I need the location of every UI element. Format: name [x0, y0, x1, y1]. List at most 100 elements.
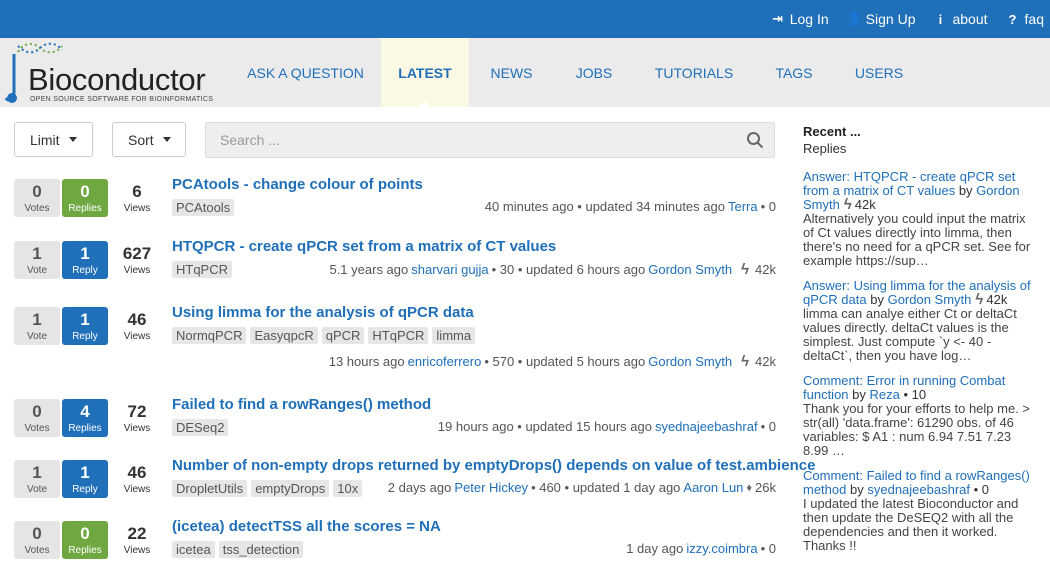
tag-chip[interactable]: 10x	[333, 480, 363, 497]
view-label: Views	[123, 331, 151, 342]
post-tags: NormqPCR EasyqpcR qPCR HTqPCR limma	[172, 327, 476, 344]
recent-reply-entry: Answer: HTQPCR - create qPCR set from a …	[803, 170, 1039, 268]
question-icon: ?	[1008, 11, 1017, 27]
author-link[interactable]: enricoferrero	[408, 354, 482, 369]
tag-chip[interactable]: tss_detection	[218, 541, 304, 558]
author-rep-and-update: • 460 • updated 1 day ago	[531, 480, 681, 495]
vote-count-box: 0 Votes	[14, 399, 60, 437]
recent-replies-sidebar: Recent ... Replies Answer: HTQPCR - crea…	[803, 124, 1039, 564]
reply-count-box: 1 Reply	[62, 460, 108, 498]
reply-author-link[interactable]: syednajeebashraf	[867, 482, 970, 497]
vote-count: 1	[32, 463, 42, 482]
lightning-badge-icon: ϟ	[843, 196, 852, 213]
nav-users[interactable]: USERS	[834, 38, 924, 107]
last-editor-link[interactable]: Aaron Lun	[683, 480, 743, 495]
signup-link[interactable]: 👤 Sign Up	[847, 11, 916, 27]
top-nav: ⇥ Log In 👤 Sign Up i about ? faq	[771, 0, 1044, 38]
reply-count: 1	[80, 244, 90, 263]
search-input[interactable]	[206, 123, 736, 157]
nav-news[interactable]: NEWS	[469, 38, 554, 107]
vote-label: Votes	[24, 203, 50, 214]
vote-count: 0	[32, 402, 42, 421]
post-title-link[interactable]: Using limma for the analysis of qPCR dat…	[172, 304, 474, 321]
post-tags: HTqPCR	[172, 261, 233, 278]
reply-author-rep: 42k	[854, 197, 876, 212]
post-title-link[interactable]: Number of non-empty drops returned by em…	[172, 457, 815, 474]
nav-ask-question[interactable]: ASK A QUESTION	[230, 38, 381, 107]
lightning-badge-icon: ϟ	[741, 353, 750, 370]
vote-count-box: 0 Votes	[14, 521, 60, 559]
reply-author-rep: • 10	[903, 387, 927, 402]
post-title-link[interactable]: Failed to find a rowRanges() method	[172, 396, 431, 413]
login-link[interactable]: ⇥ Log In	[771, 11, 828, 27]
recent-reply-entry: Answer: Using limma for the analysis of …	[803, 279, 1039, 363]
recent-reply-entry: Comment: Error in running Combat functio…	[803, 374, 1039, 458]
post-timestamps: 19 hours ago • updated 15 hours ago	[437, 419, 652, 434]
tag-chip[interactable]: qPCR	[321, 327, 365, 344]
reply-count-box: 4 Replies	[62, 399, 108, 437]
vote-count: 0	[32, 182, 42, 201]
view-count-box: 22 Views	[114, 521, 160, 559]
vote-count-box: 1 Vote	[14, 241, 60, 279]
view-count: 46	[127, 310, 147, 329]
post-meta: 5.1 years ago sharvari gujja • 30 • update…	[329, 261, 776, 278]
vote-count-box: 1 Vote	[14, 307, 60, 345]
view-label: Views	[123, 484, 151, 495]
nav-tags[interactable]: TAGS	[754, 38, 834, 107]
author-link[interactable]: Peter Hickey	[454, 480, 528, 495]
tag-chip[interactable]: HTqPCR	[368, 327, 429, 344]
last-editor-link[interactable]: Gordon Smyth	[648, 262, 732, 277]
search-icon[interactable]	[746, 131, 764, 149]
logo[interactable]: Bioconductor OPEN SOURCE SOFTWARE FOR BI…	[4, 40, 230, 106]
author-link[interactable]: sharvari gujja	[411, 262, 488, 277]
post-row: 1 Vote 1 Reply 46 Views Using limma for the an…	[14, 304, 776, 370]
faq-link[interactable]: ? faq	[1006, 11, 1044, 27]
nav-latest[interactable]: LATEST	[381, 38, 469, 108]
view-count: 6	[132, 182, 142, 201]
about-link[interactable]: i about	[933, 11, 988, 27]
tag-chip[interactable]: EasyqpcR	[250, 327, 318, 344]
post-row: 0 Votes 0 Replies 22 Views (icetea) detectTSS …	[14, 518, 776, 561]
reply-author-link[interactable]: Gordon Smyth	[888, 292, 972, 307]
post-title-link[interactable]: PCAtools - change colour of points	[172, 176, 423, 193]
lightning-badge-icon: ϟ	[741, 261, 750, 278]
limit-dropdown[interactable]: Limit	[14, 122, 93, 157]
reply-count: 1	[80, 310, 90, 329]
nav-jobs[interactable]: JOBS	[554, 38, 634, 107]
last-editor-link[interactable]: syednajeebashraf	[655, 419, 758, 434]
logo-name: Bioconductor	[28, 62, 206, 97]
tag-chip[interactable]: PCAtools	[172, 199, 235, 216]
view-label: Views	[123, 423, 151, 434]
tag-chip[interactable]: HTqPCR	[172, 261, 233, 278]
vote-count-box: 1 Vote	[14, 460, 60, 498]
post-timestamps: 13 hours ago	[328, 354, 405, 369]
diamond-badge-icon: ♦	[746, 481, 753, 494]
reply-author-link[interactable]: Reza	[870, 387, 900, 402]
reply-excerpt: limma can analye either Ct or deltaCt va…	[803, 306, 1017, 363]
tag-chip[interactable]: DESeq2	[172, 419, 229, 436]
last-editor-rep: • 0	[760, 541, 776, 556]
nav-tutorials[interactable]: TUTORIALS	[634, 38, 754, 107]
vote-count: 0	[32, 524, 42, 543]
post-title-link[interactable]: HTQPCR - create qPCR set from a matrix o…	[172, 238, 556, 255]
vote-label: Votes	[24, 423, 50, 434]
last-editor-link[interactable]: Gordon Smyth	[648, 354, 732, 369]
tag-chip[interactable]: DropletUtils	[172, 480, 248, 497]
caret-down-icon	[68, 137, 77, 142]
post-tags: DESeq2	[172, 419, 229, 436]
reply-count-box: 0 Replies	[62, 521, 108, 559]
post-timestamps: 40 minutes ago • updated 34 minutes ago	[484, 199, 725, 214]
last-editor-rep: 42k	[755, 262, 776, 277]
view-count-box: 72 Views	[114, 399, 160, 437]
reply-label: Reply	[72, 331, 98, 342]
tag-chip[interactable]: NormqPCR	[172, 327, 247, 344]
post-title-link[interactable]: (icetea) detectTSS all the scores = NA	[172, 518, 441, 535]
last-editor-rep: • 0	[760, 199, 776, 214]
last-editor-link[interactable]: Terra	[728, 199, 758, 214]
last-editor-link[interactable]: izzy.coimbra	[686, 541, 757, 556]
tag-chip[interactable]: emptyDrops	[251, 480, 330, 497]
tag-chip[interactable]: icetea	[172, 541, 215, 558]
sort-dropdown[interactable]: Sort	[112, 122, 186, 157]
tag-chip[interactable]: limma	[432, 327, 476, 344]
reply-count-box: 0 Replies	[62, 179, 108, 217]
